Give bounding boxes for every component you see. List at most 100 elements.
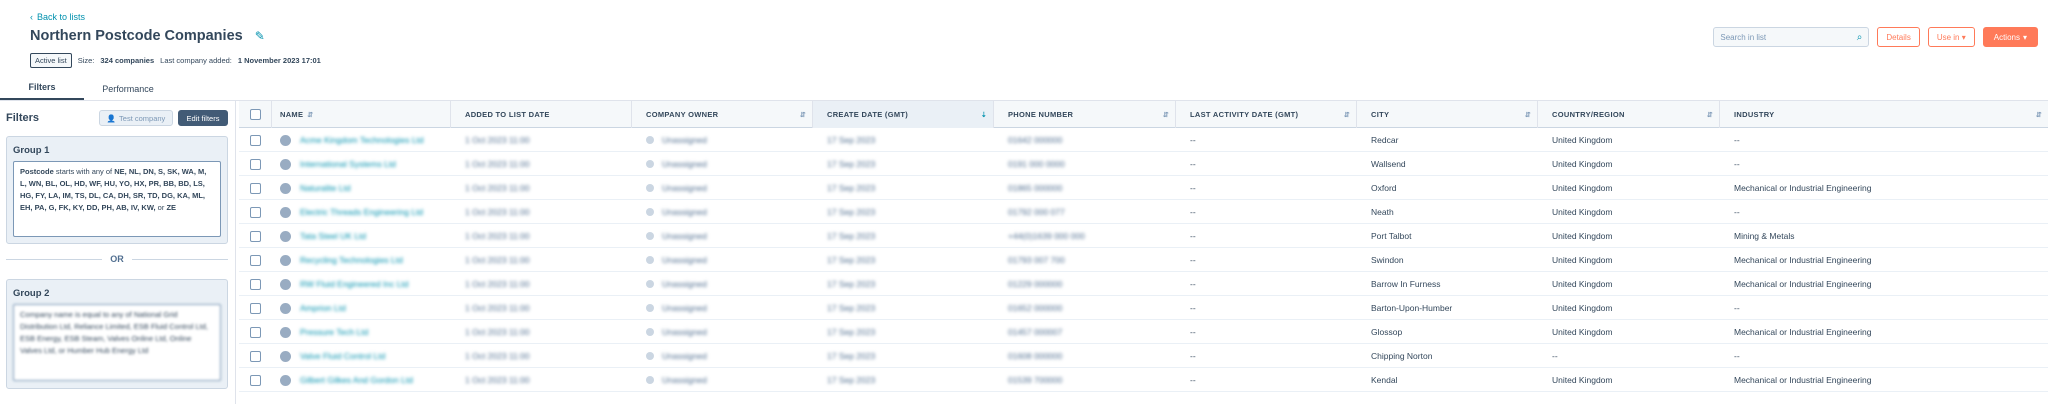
company-name-link[interactable]: Pressure Tech Ltd <box>300 327 368 337</box>
city: Wallsend <box>1371 159 1406 169</box>
table-row[interactable]: Acme Kingdom Technologies Ltd 1 Oct 2023 … <box>239 128 2048 152</box>
cell-phone: 01229 000000 <box>994 272 1176 296</box>
edit-filters-button[interactable]: Edit filters <box>178 110 228 126</box>
cell-name: Gilbert Gilkes And Gordon Ltd <box>272 368 451 392</box>
row-checkbox[interactable] <box>250 350 261 362</box>
company-name-link[interactable]: Naturalite Ltd <box>300 183 351 193</box>
sort-icon[interactable]: ⇵ <box>1525 111 1531 119</box>
last-activity: -- <box>1190 255 1196 265</box>
industry: Mechanical or Industrial Engineering <box>1734 375 1872 385</box>
table-row[interactable]: Recycling Technologies Ltd 1 Oct 2023 11:… <box>239 248 2048 272</box>
sort-icon[interactable]: ⇵ <box>800 111 806 119</box>
avatar <box>646 280 654 288</box>
sort-icon[interactable]: ⇵ <box>1344 111 1350 119</box>
col-company-owner[interactable]: COMPANY OWNER ⇵ <box>632 101 813 128</box>
cell-city: Redcar <box>1357 128 1538 152</box>
col-name[interactable]: NAME ⇵ <box>272 101 451 128</box>
filter-rule[interactable]: Postcode starts with any of NE, NL, DN, … <box>13 161 221 237</box>
row-checkbox[interactable] <box>250 206 261 218</box>
filter-group-1[interactable]: Group 1 Postcode starts with any of NE, … <box>6 136 228 244</box>
owner-name: Unassigned <box>662 207 707 217</box>
row-checkbox[interactable] <box>250 278 261 290</box>
col-label: PHONE NUMBER <box>1008 110 1074 119</box>
company-name-link[interactable]: International Systems Ltd <box>300 159 396 169</box>
phone-number: 01229 000000 <box>1008 279 1063 289</box>
details-button[interactable]: Details <box>1877 27 1920 47</box>
cell-last-activity: -- <box>1176 128 1357 152</box>
size-value: 324 companies <box>100 56 155 65</box>
filters-title: Filters <box>6 112 40 124</box>
pencil-icon[interactable]: ✎ <box>255 29 265 43</box>
row-checkbox[interactable] <box>250 254 261 266</box>
col-added-to-list-date[interactable]: ADDED TO LIST DATE <box>451 101 632 128</box>
country: United Kingdom <box>1552 375 1613 385</box>
list-meta: Active list Size: 324 companies Last com… <box>30 53 321 68</box>
cell-name: Amprion Ltd <box>272 296 451 320</box>
col-create-date[interactable]: CREATE DATE (GMT) ⇣ <box>813 101 994 128</box>
avatar <box>646 160 654 168</box>
cell-added: 1 Oct 2023 11:00 <box>451 176 632 200</box>
row-checkbox-cell <box>239 320 272 344</box>
company-name-link[interactable]: RW Fluid Engineered Inc Ltd <box>300 279 409 289</box>
owner-name: Unassigned <box>662 183 707 193</box>
company-name-link[interactable]: Acme Kingdom Technologies Ltd <box>300 135 424 145</box>
col-last-activity-date[interactable]: LAST ACTIVITY DATE (GMT) ⇵ <box>1176 101 1357 128</box>
sort-icon[interactable]: ⇵ <box>1163 111 1169 119</box>
select-all-checkbox[interactable] <box>249 109 261 120</box>
col-city[interactable]: CITY ⇵ <box>1357 101 1538 128</box>
row-checkbox[interactable] <box>250 374 261 386</box>
table-row[interactable]: Valve Fluid Control Ltd 1 Oct 2023 11:00 U… <box>239 344 2048 368</box>
search-input[interactable]: Search in list ⌕ <box>1713 27 1870 47</box>
create-date: 17 Sep 2023 <box>827 255 876 265</box>
company-name-link[interactable]: Gilbert Gilkes And Gordon Ltd <box>300 375 413 385</box>
company-name-link[interactable]: Recycling Technologies Ltd <box>300 255 403 265</box>
table-row[interactable]: Tata Steel UK Ltd 1 Oct 2023 11:00 Unassig… <box>239 224 2048 248</box>
row-checkbox[interactable] <box>250 326 261 338</box>
company-name-link[interactable]: Tata Steel UK Ltd <box>300 231 366 241</box>
col-industry[interactable]: INDUSTRY ⇵ <box>1720 101 2048 128</box>
city: Chipping Norton <box>1371 351 1433 361</box>
search-icon[interactable]: ⌕ <box>1857 32 1863 43</box>
use-in-button[interactable]: Use in ▾ <box>1927 27 1975 47</box>
table-row[interactable]: Gilbert Gilkes And Gordon Ltd 1 Oct 2023 … <box>239 368 2048 392</box>
row-checkbox[interactable] <box>250 158 261 170</box>
table-row[interactable]: Pressure Tech Ltd 1 Oct 2023 11:00 Unassig… <box>239 320 2048 344</box>
table-row[interactable]: RW Fluid Engineered Inc Ltd 1 Oct 2023 11… <box>239 272 2048 296</box>
sort-descending-icon[interactable]: ⇣ <box>981 111 987 119</box>
cell-country: United Kingdom <box>1538 320 1720 344</box>
filters-sidebar: Filters 👤 Test company Edit filters Grou… <box>0 101 236 404</box>
back-to-lists-link[interactable]: ‹ Back to lists <box>30 12 85 22</box>
row-checkbox-cell <box>239 368 272 392</box>
row-checkbox-cell <box>239 128 272 152</box>
owner-name: Unassigned <box>662 375 707 385</box>
table-row[interactable]: Amprion Ltd 1 Oct 2023 11:00 Unassigned 17 … <box>239 296 2048 320</box>
row-checkbox[interactable] <box>250 302 261 314</box>
test-company-button[interactable]: 👤 Test company <box>99 110 173 126</box>
company-name-link[interactable]: Amprion Ltd <box>300 303 346 313</box>
create-date: 17 Sep 2023 <box>827 279 876 289</box>
filter-group-2[interactable]: Group 2 Company name is equal to any of … <box>6 279 228 389</box>
tab-performance[interactable]: Performance <box>84 76 172 101</box>
table-row[interactable]: Naturalite Ltd 1 Oct 2023 11:00 Unassigned… <box>239 176 2048 200</box>
phone-number: 01793 007 700 <box>1008 255 1065 265</box>
tab-filters[interactable]: Filters <box>0 76 84 101</box>
row-checkbox[interactable] <box>250 182 261 194</box>
country: -- <box>1552 351 1558 361</box>
company-name-link[interactable]: Valve Fluid Control Ltd <box>300 351 385 361</box>
filter-rule-blurred[interactable]: Company name is equal to any of National… <box>13 304 221 381</box>
col-phone-number[interactable]: PHONE NUMBER ⇵ <box>994 101 1176 128</box>
sort-icon[interactable]: ⇵ <box>307 111 313 119</box>
actions-label: Actions <box>1993 32 2020 42</box>
col-country-region[interactable]: COUNTRY/REGION ⇵ <box>1538 101 1720 128</box>
sort-icon[interactable]: ⇵ <box>2036 111 2042 119</box>
industry: -- <box>1734 207 1740 217</box>
create-date: 17 Sep 2023 <box>827 351 876 361</box>
search-placeholder: Search in list <box>1720 32 1767 42</box>
row-checkbox[interactable] <box>250 230 261 242</box>
row-checkbox[interactable] <box>250 134 261 146</box>
table-row[interactable]: Electric Threads Engineering Ltd 1 Oct 20… <box>239 200 2048 224</box>
company-name-link[interactable]: Electric Threads Engineering Ltd <box>300 207 423 217</box>
sort-icon[interactable]: ⇵ <box>1707 111 1713 119</box>
table-row[interactable]: International Systems Ltd 1 Oct 2023 11:0… <box>239 152 2048 176</box>
actions-button[interactable]: Actions ▾ <box>1982 27 2038 47</box>
